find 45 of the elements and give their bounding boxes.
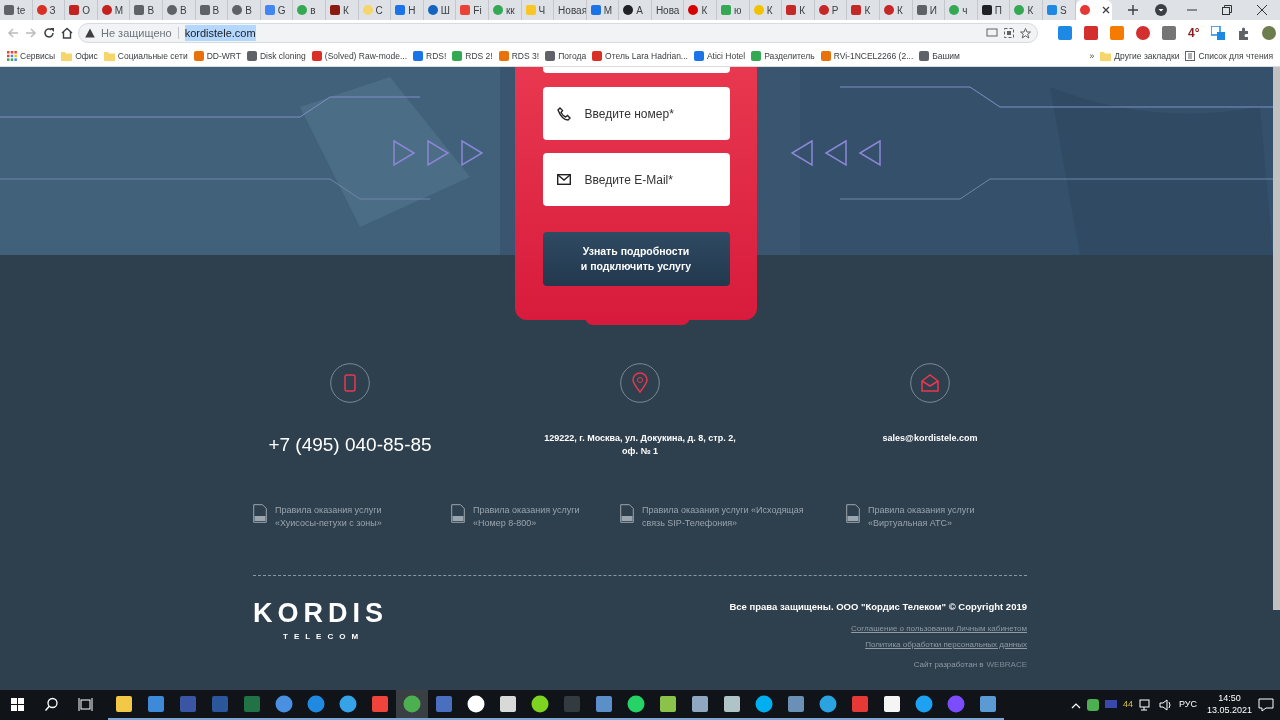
document-link[interactable]: Правила оказания услуги «Исходящая связь SIP-Телефония»: [642, 503, 804, 530]
submit-button[interactable]: Узнать подробности и подключить услугу: [542, 232, 730, 286]
weather-badge[interactable]: 4°: [1188, 24, 1200, 42]
clock-time: 14:50: [1218, 693, 1241, 705]
clock[interactable]: 14:50 13.05.2021: [1206, 693, 1252, 717]
bookmark-item[interactable]: RDS!: [410, 49, 450, 63]
footer-link[interactable]: Соглашение о пользовании Личным кабинетом: [851, 622, 1027, 635]
other-bookmarks-folder[interactable]: Другие закладки: [1097, 49, 1183, 63]
url-text[interactable]: kordistele.com: [184, 24, 256, 42]
address-text: 129222, г. Москва, ул. Докукина, д. 8, стр. 2, оф. № 1: [544, 432, 736, 459]
logo-text: KORDIS: [253, 599, 388, 627]
document-link[interactable]: Правила оказания услуги «Виртуальная АТС»: [868, 503, 975, 530]
email-address[interactable]: sales@kordistele.com: [882, 432, 978, 446]
logo-subtitle: TELECOM: [283, 630, 366, 643]
bookmark-item[interactable]: (Solved) Raw-mode...: [308, 49, 410, 63]
footer-link[interactable]: Политика обработки персональных данных: [865, 638, 1027, 651]
bookmark-item[interactable]: Башим: [916, 49, 963, 63]
bookmark-item[interactable]: Сервисы: [4, 49, 59, 63]
input-text[interactable]: Введите E-Mail*: [582, 169, 713, 190]
copyright-text: Все права защищены. ООО "Кордис Телеком" © Copyright 2019: [729, 599, 1027, 614]
address-bar[interactable]: Не защищено kordistele.com: [78, 23, 1038, 43]
bookmark-item[interactable]: Disk cloning: [243, 49, 309, 63]
bookmark-item[interactable]: RVi-1NCEL2266 (2...: [817, 49, 917, 63]
tray-counter[interactable]: 44: [1122, 698, 1133, 712]
phone-number[interactable]: +7 (495) 040-85-85: [268, 431, 432, 460]
credit-text: Сайт разработан в: [913, 658, 984, 671]
bookmark-item[interactable]: RDS 2!: [449, 49, 496, 63]
bookmark-item[interactable]: Социальные сети: [100, 49, 191, 63]
bookmark-item[interactable]: Atici Hotel: [690, 49, 749, 63]
input-field[interactable]: Введите номер*: [542, 87, 730, 140]
clock-date: 13.05.2021: [1206, 705, 1252, 717]
bookmarks-overflow-button[interactable]: »: [1086, 49, 1098, 63]
bookmark-item[interactable]: Отель Lara Hadrian...: [589, 49, 691, 63]
input-text[interactable]: Введите номер*: [582, 103, 713, 124]
document-link[interactable]: Правила оказания услуги «Номер 8-800»: [473, 503, 580, 530]
bookmark-item[interactable]: RDS 3!: [495, 49, 543, 63]
document-link[interactable]: Правила оказания услуги «Хуисосы-петухи с зоны»: [275, 503, 382, 530]
bookmark-item[interactable]: DD-WRT: [190, 49, 244, 63]
security-label[interactable]: Не защищено: [101, 24, 172, 42]
bookmark-item[interactable]: Разделитель: [748, 49, 818, 63]
input-field[interactable]: Введите E-Mail*: [542, 153, 730, 206]
bookmark-item[interactable]: Погода: [542, 49, 590, 63]
reading-list-button[interactable]: Список для чтения: [1182, 49, 1276, 63]
bookmark-item[interactable]: Офис: [58, 49, 101, 63]
language-indicator[interactable]: РУС: [1178, 698, 1197, 712]
